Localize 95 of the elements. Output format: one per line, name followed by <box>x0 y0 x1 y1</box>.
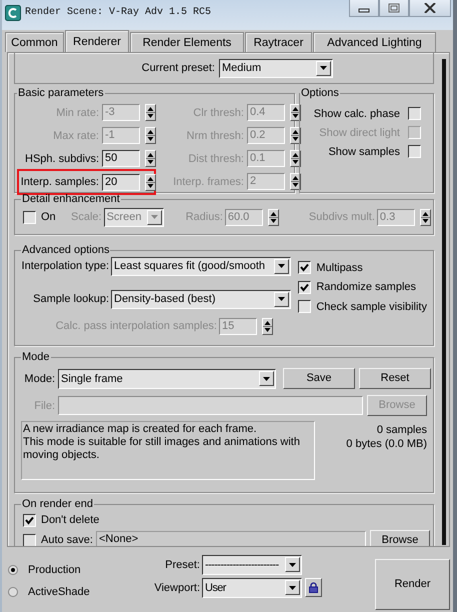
tab[interactable]: Raytracer <box>245 32 312 52</box>
checkbox[interactable] <box>298 280 312 294</box>
field-label: Interp. samples: <box>20 176 99 188</box>
dropdown[interactable]: Single frame <box>58 368 276 388</box>
field-label: Don't delete <box>41 514 100 526</box>
input-field[interactable]: 20 <box>102 174 140 190</box>
field-label: Current preset: <box>140 62 215 74</box>
checkbox[interactable] <box>408 107 421 120</box>
spinner-button[interactable] <box>145 150 156 167</box>
caret-icon <box>320 66 327 70</box>
field-label: Subdivs mult. <box>308 211 375 223</box>
app-icon <box>5 5 21 21</box>
stat-text: 0 samples <box>376 423 427 437</box>
maximize-button[interactable] <box>379 0 409 17</box>
field-label: File: <box>33 400 55 412</box>
tab[interactable]: Advanced Lighting <box>313 32 436 52</box>
spinner-button[interactable] <box>268 208 279 226</box>
group-title: Advanced options <box>21 244 110 256</box>
info-text: A new irradiance map is created for each frame. This mode is suitable for still images and animations with moving objects. <box>21 421 315 480</box>
field-label: Preset: <box>164 558 200 570</box>
close-button[interactable] <box>409 0 451 17</box>
field-label: Nrm thresh: <box>186 130 244 142</box>
caret-icon <box>278 297 285 301</box>
spinner-button[interactable] <box>290 173 301 190</box>
field-label: Multipass <box>316 262 363 274</box>
radio-button[interactable] <box>8 565 18 575</box>
field-label: Mode: <box>23 372 55 384</box>
button[interactable]: Browse <box>370 530 430 546</box>
field-label: Viewport: <box>153 582 200 594</box>
field-label: Production <box>28 564 81 576</box>
field-label: Max rate: <box>52 130 99 142</box>
checkbox[interactable] <box>298 261 312 274</box>
stat-text: 0 bytes (0.0 MB) <box>346 437 427 451</box>
field-label: Clr thresh: <box>192 106 244 118</box>
checkbox[interactable] <box>298 300 312 314</box>
field-label: HSph. subdivs: <box>24 152 99 164</box>
field-label: Show direct light <box>319 126 400 138</box>
button[interactable]: Reset <box>359 368 431 389</box>
group-title: Mode <box>21 351 51 363</box>
checkbox[interactable] <box>23 210 36 224</box>
group-title: Basic parameters <box>17 87 105 99</box>
window-title: Render Scene: V-Ray Adv 1.5 RC5 <box>25 7 212 18</box>
spinner-button[interactable] <box>262 318 273 334</box>
field-label: Interpolation type: <box>21 260 109 272</box>
caret-icon <box>289 586 296 590</box>
field-label: Interp. frames: <box>172 176 244 188</box>
dropdown[interactable]: Medium <box>219 58 333 78</box>
lock-button[interactable] <box>305 578 322 597</box>
checkbox[interactable] <box>23 514 36 526</box>
group-title: Options <box>300 87 340 99</box>
spinner-button[interactable] <box>290 127 301 144</box>
field-label: Randomize samples <box>316 281 416 294</box>
tab[interactable]: Common <box>5 32 64 52</box>
dropdown[interactable]: Density-based (best) <box>111 290 291 308</box>
spinner-button[interactable] <box>290 104 301 121</box>
spinner-button[interactable] <box>145 104 156 121</box>
field-label: On <box>41 211 57 223</box>
input-field[interactable]: <None> <box>96 530 366 546</box>
button[interactable]: Save <box>283 368 355 389</box>
input-field[interactable]: 50 <box>102 150 140 167</box>
field-label: Dist thresh: <box>187 152 244 164</box>
lock-icon <box>309 582 318 593</box>
dropdown[interactable]: User <box>202 578 302 598</box>
maximize-icon <box>388 3 400 13</box>
field-label: Auto save: <box>41 534 93 546</box>
caret-icon <box>278 264 285 268</box>
caret-icon <box>289 562 296 566</box>
checkbox[interactable] <box>23 534 36 546</box>
spinner-button[interactable] <box>420 208 431 226</box>
caret-icon <box>263 376 270 380</box>
field-label: ActiveShade <box>28 586 90 598</box>
field-label: Radius: <box>186 211 223 223</box>
dropdown[interactable]: Least squares fit (good/smooth <box>111 256 291 276</box>
button[interactable]: Render <box>375 559 450 610</box>
spinner-button[interactable] <box>290 150 301 167</box>
field-label: Show samples <box>328 146 400 158</box>
field-label: Min rate: <box>55 106 99 118</box>
field-label: Check sample visibility <box>316 300 427 313</box>
spinner-button[interactable] <box>145 174 156 190</box>
group-title: On render end <box>21 498 94 510</box>
field-label: Sample lookup: <box>32 293 109 305</box>
scrollbar[interactable] <box>442 59 446 545</box>
field-label: Show calc. phase <box>314 108 400 120</box>
spinner-button[interactable] <box>145 127 156 144</box>
tab[interactable]: Render Elements <box>130 32 244 52</box>
field-label: Scale: <box>71 211 102 223</box>
checkbox[interactable] <box>408 145 421 158</box>
dropdown[interactable]: ------------------------ <box>202 554 302 574</box>
close-icon <box>424 3 436 13</box>
tab[interactable]: Renderer <box>65 30 129 52</box>
caret-icon <box>150 215 158 219</box>
radio-button[interactable] <box>8 587 18 597</box>
field-label: Calc. pass interpolation samples: <box>54 320 217 332</box>
minimize-button[interactable] <box>349 0 379 17</box>
group-title: Detail enhancement <box>21 193 121 205</box>
